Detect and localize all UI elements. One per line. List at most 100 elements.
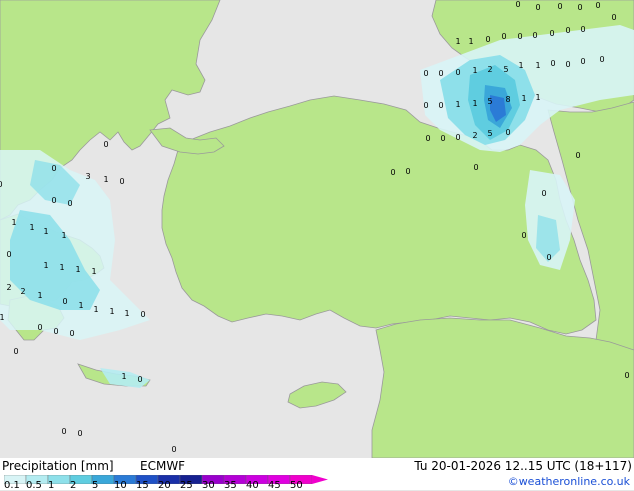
- precip-label: 1: [61, 231, 66, 240]
- precip-label: 0: [455, 68, 460, 77]
- scale-tick-label: 15: [136, 480, 149, 491]
- precip-label: 0: [515, 0, 520, 9]
- precip-label: 0: [6, 250, 11, 259]
- precip-label: 0: [473, 163, 478, 172]
- precip-label: 0: [546, 253, 551, 262]
- map-canvas: 0 0 0 0 00 0 0 0 0 001 1 00 0 0 1 2 5 1 1 0 0 0 00 0 1 1 5 8 1 10 0 0 2 5…: [0, 0, 634, 459]
- precip-label: 0: [423, 69, 428, 78]
- scale-tick-label: 1: [48, 480, 55, 491]
- precipitation-map: 0000000000001100001251100000011581100025…: [0, 0, 634, 459]
- precip-label: 0: [62, 297, 67, 306]
- precip-label: 0: [0, 180, 3, 189]
- precip-label: 0: [67, 199, 72, 208]
- precip-label: 0: [119, 177, 124, 186]
- scale-tick-label: 2: [70, 480, 77, 491]
- precip-label: 0: [580, 25, 585, 34]
- precip-label: 0: [517, 32, 522, 41]
- scale-tick-label: 25: [180, 480, 193, 491]
- precip-label: 1: [455, 100, 460, 109]
- precip-label: 0: [77, 429, 82, 438]
- precip-label: 1: [521, 94, 526, 103]
- precip-label: 3: [85, 172, 90, 181]
- scale-tick-label: 5: [92, 480, 99, 491]
- precip-label: 2: [20, 287, 25, 296]
- precip-label: 0: [390, 168, 395, 177]
- precip-label: 0: [624, 371, 629, 380]
- precip-label: 0: [423, 101, 428, 110]
- precip-label: 1: [11, 218, 16, 227]
- precip-label: 0: [550, 59, 555, 68]
- precip-label: 0: [69, 329, 74, 338]
- precip-label: 1: [91, 267, 96, 276]
- precip-label: 0: [595, 1, 600, 10]
- scale-arrow: [312, 475, 328, 484]
- precip-label: 0: [37, 323, 42, 332]
- scale-tick-label: 30: [202, 480, 215, 491]
- precip-label: 0: [521, 231, 526, 240]
- precip-label: 0: [438, 69, 443, 78]
- precip-label: 0: [575, 151, 580, 160]
- precip-label: 0: [61, 427, 66, 436]
- scale-tick-label: 0.5: [26, 480, 42, 491]
- precip-label: 1: [472, 66, 477, 75]
- precip-label: 0: [535, 3, 540, 12]
- precip-label: 0: [565, 60, 570, 69]
- precip-label: 2: [6, 283, 11, 292]
- precip-label: 0: [577, 3, 582, 12]
- precip-label: 1: [29, 223, 34, 232]
- scale-tick-label: 40: [246, 480, 259, 491]
- precip-label: 1: [121, 372, 126, 381]
- precip-label: 0: [565, 26, 570, 35]
- precip-label: 2: [472, 131, 477, 140]
- precip-label: 0: [51, 196, 56, 205]
- precip-label: 8: [505, 95, 510, 104]
- precip-label: 0: [137, 375, 142, 384]
- precip-label: 0: [171, 445, 176, 454]
- precip-label: 5: [487, 97, 492, 106]
- precip-label: 0: [599, 55, 604, 64]
- precip-label: 0: [455, 133, 460, 142]
- precip-label: 1: [518, 61, 523, 70]
- precip-label: 1: [124, 309, 129, 318]
- scale-tick-label: 20: [158, 480, 171, 491]
- precip-label: 0: [611, 13, 616, 22]
- precip-label: 1: [43, 261, 48, 270]
- scale-tick-label: 35: [224, 480, 237, 491]
- precip-label: 0: [140, 310, 145, 319]
- precip-label: 0: [440, 134, 445, 143]
- scale-tick-label: 0.1: [4, 480, 20, 491]
- precip-label: 0: [53, 327, 58, 336]
- precip-label: 1: [535, 61, 540, 70]
- precip-label: 1: [455, 37, 460, 46]
- precip-label: 0: [485, 35, 490, 44]
- precip-label: 0: [438, 101, 443, 110]
- precip-label: 1: [0, 313, 5, 322]
- precip-label: 1: [109, 307, 114, 316]
- precip-label: 1: [468, 37, 473, 46]
- precip-label: 0: [405, 167, 410, 176]
- precip-label: 0: [541, 189, 546, 198]
- scale-tick-label: 45: [268, 480, 281, 491]
- precip-label: 0: [505, 128, 510, 137]
- precip-label: 1: [59, 263, 64, 272]
- precip-label: 1: [93, 305, 98, 314]
- precip-label: 0: [425, 134, 430, 143]
- precip-label: 1: [75, 265, 80, 274]
- precip-label: 0: [51, 164, 56, 173]
- legend-title: Precipitation [mm]: [2, 459, 114, 473]
- scale-tick-label: 10: [114, 480, 127, 491]
- legend-footer: Precipitation [mm] ECMWF Tu 20-01-2026 1…: [0, 458, 634, 491]
- precip-label: 0: [103, 140, 108, 149]
- precip-label: 1: [78, 301, 83, 310]
- precip-label: 0: [557, 2, 562, 11]
- precip-label: 0: [501, 32, 506, 41]
- precip-label: 2: [487, 65, 492, 74]
- precip-label: 1: [103, 175, 108, 184]
- precip-label: 1: [37, 291, 42, 300]
- valid-time: Tu 20-01-2026 12..15 UTC (18+117): [414, 459, 632, 473]
- precip-label: 5: [487, 129, 492, 138]
- precip-label: 1: [43, 227, 48, 236]
- credit-link[interactable]: ©weatheronline.co.uk: [508, 475, 630, 488]
- precip-label: 1: [535, 93, 540, 102]
- precip-label: 0: [580, 57, 585, 66]
